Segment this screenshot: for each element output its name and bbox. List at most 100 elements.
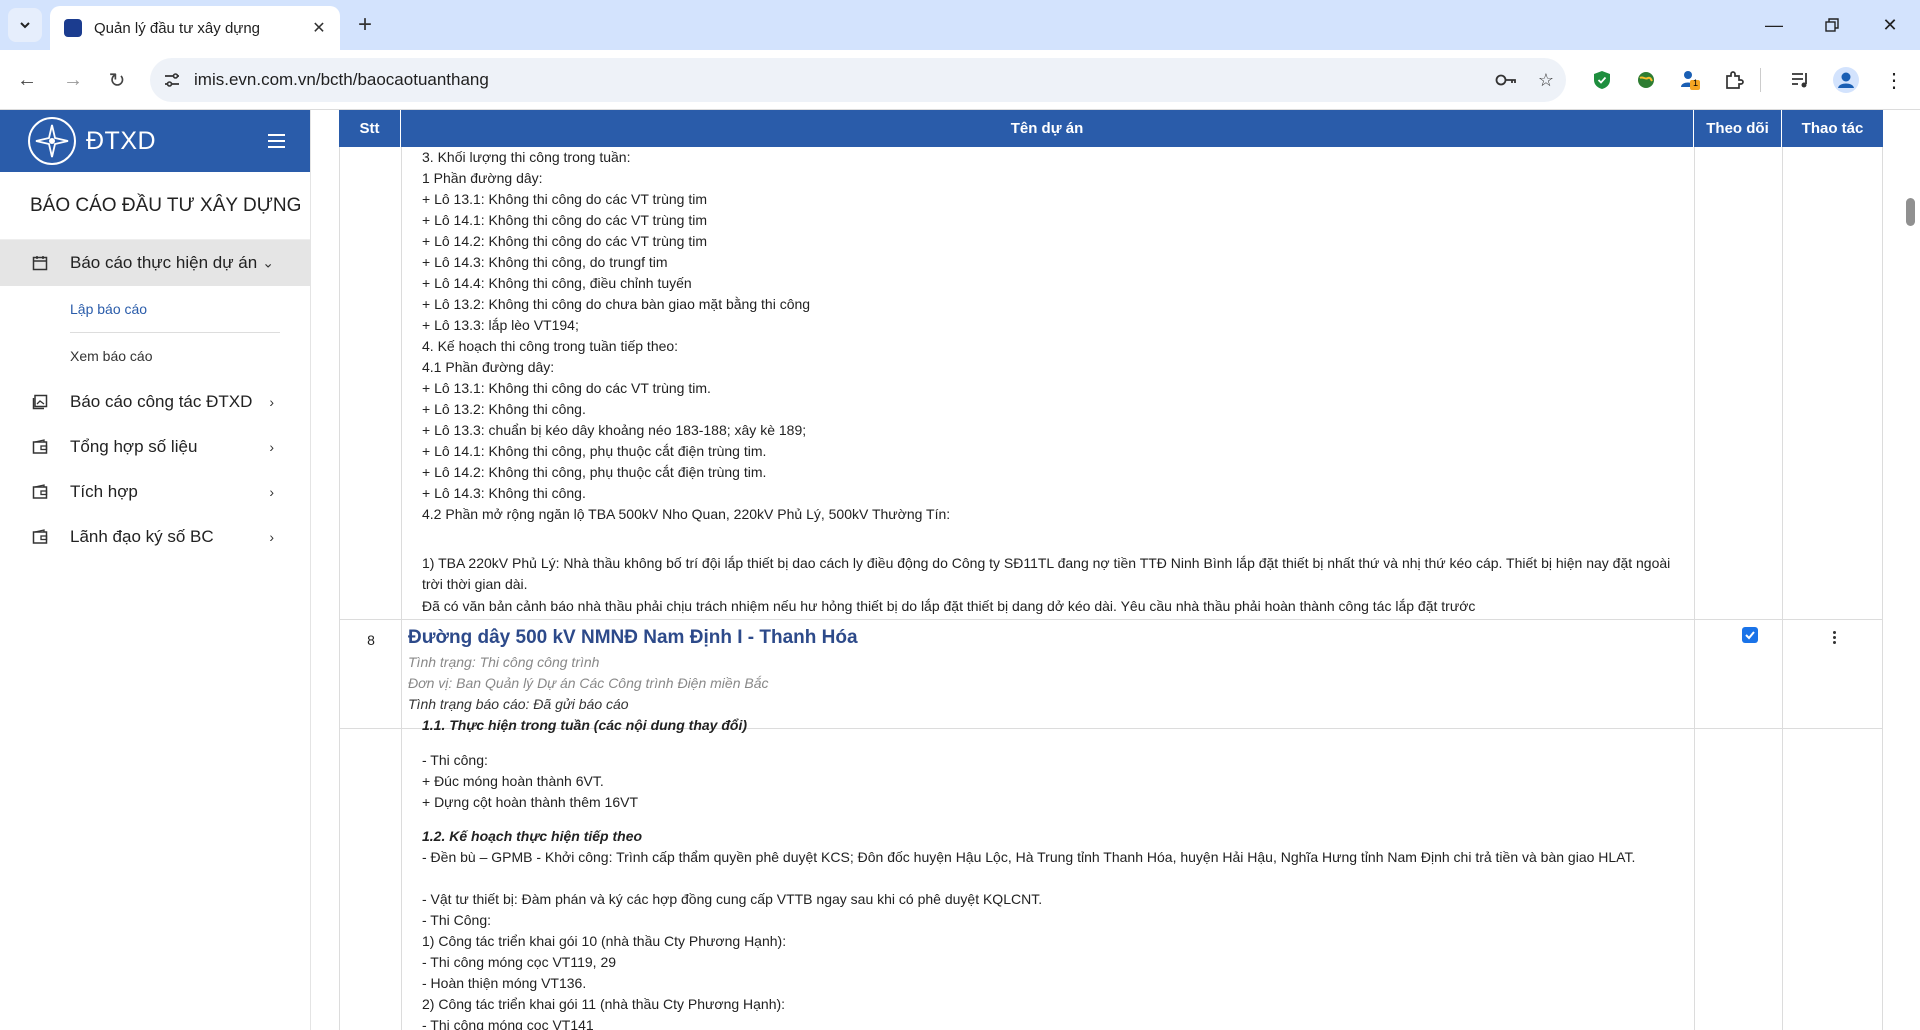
chevron-right-icon: ›	[269, 393, 274, 410]
bookmark-star-icon[interactable]: ☆	[1526, 60, 1566, 100]
brand-name: ĐTXD	[86, 126, 157, 155]
reload-button[interactable]: ↻	[100, 63, 134, 97]
active-tab[interactable]: Quản lý đầu tư xây dựng ✕	[50, 6, 340, 50]
row-line: + Lô 13.3: chuẩn bị kéo dây khoảng néo 1…	[422, 422, 807, 438]
follow-checkbox[interactable]	[1742, 627, 1758, 643]
sidebar-item-label: Báo cáo thực hiện dự án	[70, 253, 258, 272]
header-theo-doi: Theo dõi	[1694, 110, 1782, 147]
header-thao-tac: Thao tác	[1801, 120, 1864, 137]
project-status: Tình trạng: Thi công công trình	[408, 654, 600, 670]
row-line: 3. Khối lượng thi công trong tuần:	[422, 149, 631, 165]
media-controls-icon[interactable]	[1786, 66, 1814, 94]
submenu-xem-bao-cao[interactable]: Xem báo cáo	[0, 333, 310, 379]
table-row: 8 Đường dây 500 kV NMNĐ Nam Định I - Tha…	[339, 619, 1883, 1030]
wallet-icon	[30, 437, 50, 457]
menu-toggle-icon[interactable]	[256, 126, 296, 156]
row-line: + Lô 14.4: Không thi công, điều chỉnh tu…	[422, 275, 692, 291]
row-line: + Lô 13.2: Không thi công.	[422, 401, 586, 417]
column-divider	[401, 620, 402, 1030]
project-unit: Đơn vị: Ban Quản lý Dự án Các Công trình…	[408, 675, 769, 691]
user-extension-icon[interactable]: 1	[1676, 66, 1704, 94]
chevron-down-icon: ⌄	[262, 254, 274, 271]
row-line: + Lô 14.3: Không thi công.	[422, 485, 586, 501]
section-heading: 1.1. Thực hiện trong tuần (các nội dung …	[422, 717, 748, 733]
table-header: Stt Tên dự án Theo dõi Thao tác	[339, 110, 1883, 147]
header-stt: Stt	[339, 110, 401, 147]
row-paragraph: 1) TBA 220kV Phủ Lý: Nhà thầu không bố t…	[422, 555, 1671, 592]
extensions-puzzle-icon[interactable]	[1720, 66, 1748, 94]
wallet-icon	[30, 482, 50, 502]
row-line: + Lô 13.2: Không thi công do chưa bàn gi…	[422, 296, 811, 312]
chevron-right-icon: ›	[269, 438, 274, 455]
site-info-icon[interactable]	[150, 71, 194, 89]
submenu-lap-bao-cao[interactable]: Lập báo cáo	[0, 286, 310, 332]
shield-extension-icon[interactable]	[1588, 66, 1616, 94]
row-line: + Đúc móng hoàn thành 6VT.	[422, 773, 604, 789]
row-stt: 8	[367, 632, 375, 648]
column-divider	[1694, 620, 1695, 1030]
new-tab-button[interactable]: +	[350, 10, 380, 40]
brand-header: ĐTXD	[0, 110, 310, 172]
chevron-right-icon: ›	[269, 483, 274, 500]
row-line: - Hoàn thiện móng VT136.	[422, 975, 587, 991]
sidebar-item-lanh-dao-ky-so[interactable]: Lãnh đạo ký số BC ›	[0, 514, 310, 559]
toolbar-divider	[1760, 68, 1761, 92]
column-divider	[1782, 620, 1783, 1030]
sidebar-item-tich-hop[interactable]: Tích hợp ›	[0, 469, 310, 514]
chrome-menu-icon[interactable]: ⋮	[1880, 66, 1908, 94]
tab-search-button[interactable]	[8, 8, 42, 42]
row-line: + Lô 14.1: Không thi công, phụ thuộc cắt…	[422, 443, 767, 459]
back-button[interactable]: ←	[10, 63, 44, 97]
row-line: - Thi công móng cọc VT119, 29	[422, 954, 617, 970]
forward-button[interactable]: →	[56, 63, 90, 97]
row-line: + Dựng cột hoàn thành thêm 16VT	[422, 794, 639, 810]
gallery-icon	[30, 392, 50, 412]
sidebar-title: BÁO CÁO ĐẦU TƯ XÂY DỰNG	[0, 172, 310, 240]
close-window-button[interactable]: ✕	[1868, 8, 1912, 42]
main-content: 3. Khối lượng thi công trong tuần: 1 Phần…	[311, 110, 1899, 1030]
tab-title: Quản lý đầu tư xây dựng	[94, 19, 261, 37]
row-paragraph: Đã có văn bản cảnh báo nhà thầu phải chị…	[422, 598, 1476, 614]
row-line: 4. Kế hoạch thi công trong tuần tiếp the…	[422, 338, 679, 354]
profile-avatar-icon[interactable]	[1832, 66, 1860, 94]
report-status: Tình trạng báo cáo: Đã gửi báo cáo	[408, 696, 629, 712]
row-line: 2) Công tác triển khai gói 11 (nhà thầu …	[422, 996, 786, 1012]
password-key-icon[interactable]	[1486, 60, 1526, 100]
row-line: 4.1 Phần đường dây:	[422, 359, 555, 375]
sidebar-item-bao-cao-cong-tac[interactable]: Báo cáo công tác ĐTXD ›	[0, 379, 310, 424]
row-actions-menu-icon[interactable]	[1824, 627, 1844, 647]
url-text: imis.evn.com.vn/bcth/baocaotuanthang	[194, 70, 489, 89]
row-line: 1) Công tác triển khai gói 10 (nhà thầu …	[422, 933, 787, 949]
tab-close-icon[interactable]: ✕	[308, 17, 330, 39]
wallet-icon	[30, 527, 50, 547]
row-line: 4.2 Phần mở rộng ngăn lộ TBA 500kV Nho Q…	[422, 506, 951, 522]
check-icon	[1745, 631, 1755, 640]
row-line: + Lô 14.1: Không thi công do các VT trùn…	[422, 212, 707, 228]
restore-icon	[1825, 18, 1839, 32]
compass-logo-icon	[28, 117, 76, 165]
scroll-thumb[interactable]	[1906, 198, 1915, 226]
site-favicon-icon	[64, 19, 82, 37]
row-line: - Thi công móng cọc VT141	[422, 1017, 594, 1030]
extension-badge: 1	[1693, 78, 1699, 88]
row-line: - Thi Công:	[422, 912, 491, 928]
sidebar-item-bao-cao-thuc-hien[interactable]: Báo cáo thực hiện dự án ⌄	[0, 240, 310, 286]
minimize-button[interactable]: —	[1752, 8, 1796, 42]
row-line: + Lô 13.3: lắp lèo VT194;	[422, 317, 579, 333]
address-bar[interactable]: imis.evn.com.vn/bcth/baocaotuanthang ☆	[150, 58, 1566, 102]
calendar-icon	[30, 253, 50, 273]
chevron-down-icon	[20, 22, 30, 29]
header-ten-du-an: Tên dự án	[401, 110, 1694, 147]
row-line: - Thi công:	[422, 752, 488, 768]
section-heading: 1.2. Kế hoạch thực hiện tiếp theo	[422, 828, 643, 844]
browser-toolbar: ← → ↻ imis.evn.com.vn/bcth/baocaotuantha…	[0, 50, 1920, 110]
chevron-right-icon: ›	[269, 528, 274, 545]
sidebar-item-tong-hop-so-lieu[interactable]: Tổng hợp số liệu ›	[0, 424, 310, 469]
row-line: - Vật tư thiết bị: Đàm phán và ký các hợ…	[422, 891, 1043, 907]
row-line: + Lô 14.2: Không thi công do các VT trùn…	[422, 233, 707, 249]
restore-button[interactable]	[1810, 8, 1854, 42]
project-title-link[interactable]: Đường dây 500 kV NMNĐ Nam Định I - Thanh…	[408, 627, 858, 649]
row-line: + Lô 14.3: Không thi công, do trungf tim	[422, 254, 668, 270]
globe-extension-icon[interactable]	[1632, 66, 1660, 94]
page-scrollbar[interactable]	[1899, 110, 1920, 1030]
